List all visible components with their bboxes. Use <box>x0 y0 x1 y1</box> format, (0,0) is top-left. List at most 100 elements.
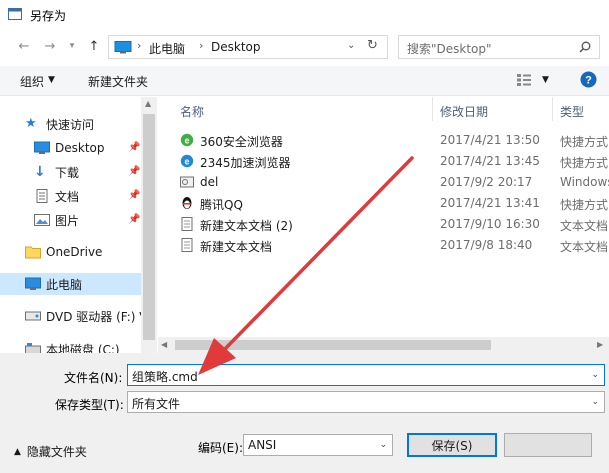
chevron-down-icon[interactable]: ⌄ <box>591 397 599 407</box>
search-icon[interactable] <box>579 41 591 53</box>
hide-folders-label: 隐藏文件夹 <box>26 445 87 459</box>
sidebar-item-label: 图片 <box>55 213 80 228</box>
sidebar-item-label: 文档 <box>55 189 80 204</box>
column-header-type[interactable]: 类型 <box>560 103 584 120</box>
filetype-label: 保存类型(T): <box>55 398 124 412</box>
filetype-value: 所有文件 <box>132 397 181 411</box>
notepad-icon <box>8 8 22 20</box>
refresh-icon[interactable]: ↻ <box>367 38 378 53</box>
text-document-icon <box>181 217 193 231</box>
dvd-drive-icon <box>25 311 41 321</box>
sidebar-item-this-pc[interactable]: 此电脑 <box>0 273 141 295</box>
document-icon <box>36 189 48 203</box>
file-type: 快捷方式 <box>560 198 609 212</box>
table-row[interactable]: e 2345加速浏览器 2017/4/21 13:45 快捷方式 <box>158 151 609 172</box>
computer-icon <box>114 41 132 54</box>
table-row[interactable]: 腾讯QQ 2017/4/21 13:41 快捷方式 <box>158 193 609 214</box>
pictures-icon <box>34 214 50 226</box>
breadcrumb-this-pc[interactable]: 此电脑 <box>149 40 185 57</box>
sidebar-item-local-disk[interactable]: 本地磁盘 (C:) <box>25 338 157 353</box>
svg-text:e: e <box>184 136 189 146</box>
scroll-left-icon[interactable]: ◀ <box>161 340 167 349</box>
file-type: 文本文档 <box>560 240 609 254</box>
svg-text:e: e <box>184 157 189 167</box>
organize-label: 组织 <box>20 75 45 89</box>
download-icon: ↓ <box>34 164 46 180</box>
file-date: 2017/9/10 16:30 <box>440 217 540 231</box>
address-dropdown-icon[interactable]: ⌄ <box>347 40 355 51</box>
filename-input[interactable]: 组策略.cmd ⌄ <box>127 364 605 386</box>
help-icon[interactable]: ? <box>580 71 597 88</box>
breadcrumb-desktop[interactable]: Desktop <box>211 40 261 54</box>
table-row[interactable]: 新建文本文档 2017/9/8 18:40 文本文档 <box>158 235 609 256</box>
svg-text:?: ? <box>585 75 592 87</box>
table-row[interactable]: 新建文本文档 (2) 2017/9/10 16:30 文本文档 <box>158 214 609 235</box>
sidebar-item-quick-access[interactable]: ★ 快速访问 <box>25 113 157 135</box>
qq-penguin-icon <box>182 197 192 209</box>
navigation-scrollbar-thumb[interactable] <box>143 114 155 340</box>
file-name: 新建文本文档 (2) <box>200 219 293 233</box>
hide-folders-button[interactable]: ▲ 隐藏文件夹 <box>14 443 87 460</box>
scroll-right-icon[interactable]: ▶ <box>597 340 603 349</box>
up-icon[interactable]: ↑ <box>86 38 102 54</box>
file-type: 快捷方式 <box>560 135 609 149</box>
file-name: 2345加速浏览器 <box>200 156 291 170</box>
sidebar-item-dvd-drive[interactable]: DVD 驱动器 (F:) V <box>25 305 155 327</box>
title-bar <box>0 0 609 30</box>
star-icon: ★ <box>25 116 37 131</box>
sidebar-item-label: 本地磁盘 (C:) <box>46 342 120 354</box>
encoding-select[interactable]: ANSI ⌄ <box>243 434 393 456</box>
file-date: 2017/4/21 13:50 <box>440 133 540 147</box>
breadcrumb-separator: › <box>199 39 204 52</box>
search-box[interactable]: 搜索"Desktop" <box>398 35 600 59</box>
browser-2345-icon: e <box>180 154 194 168</box>
filename-value: 组策略.cmd <box>132 370 198 384</box>
sidebar-item-label: 下载 <box>55 165 80 180</box>
browser-360-icon: e <box>180 133 194 147</box>
table-row[interactable]: e 360安全浏览器 2017/4/21 13:50 快捷方式 <box>158 130 609 151</box>
save-button[interactable]: 保存(S) <box>407 433 497 457</box>
file-date: 2017/4/21 13:41 <box>440 196 540 210</box>
chevron-down-icon[interactable]: ⌄ <box>591 370 599 380</box>
cancel-button[interactable] <box>504 433 592 457</box>
file-type: 快捷方式 <box>560 156 609 170</box>
table-row[interactable]: del 2017/9/2 20:17 Windows <box>158 172 609 193</box>
column-separator[interactable] <box>432 97 433 121</box>
forward-icon[interactable]: → <box>42 38 58 54</box>
desktop-icon <box>34 141 50 154</box>
view-dropdown-icon[interactable]: ▼ <box>542 75 549 85</box>
sidebar-item-label: 此电脑 <box>46 277 83 292</box>
text-document-icon <box>181 238 193 252</box>
folder-icon <box>25 246 41 259</box>
column-separator[interactable] <box>552 97 553 121</box>
new-folder-button[interactable]: 新建文件夹 <box>88 73 148 90</box>
file-list: 名称 修改日期 类型 e 360安全浏览器 2017/4/21 13:50 快捷… <box>158 97 609 353</box>
address-bar[interactable]: › 此电脑 › Desktop ⌄ ↻ <box>108 35 388 59</box>
column-header-name[interactable]: 名称 <box>180 103 204 120</box>
computer-icon <box>25 277 41 290</box>
breadcrumb-separator: › <box>137 39 142 52</box>
recent-locations-icon[interactable]: ▾ <box>64 38 80 54</box>
sidebar-item-onedrive[interactable]: OneDrive <box>25 241 157 263</box>
window-title: 另存为 <box>30 9 67 23</box>
system-file-icon <box>180 176 194 188</box>
filename-label: 文件名(N): <box>64 371 123 385</box>
pin-icon[interactable]: 📌 <box>128 142 140 153</box>
pin-icon[interactable]: 📌 <box>128 190 140 201</box>
encoding-value: ANSI <box>248 438 277 452</box>
view-options-icon[interactable] <box>516 73 532 87</box>
file-name: 腾讯QQ <box>200 198 243 212</box>
filetype-select[interactable]: 所有文件 ⌄ <box>127 391 605 413</box>
search-input-placeholder: 搜索"Desktop" <box>407 42 492 56</box>
organize-button[interactable]: 组织 ▼ <box>20 73 55 90</box>
pin-icon[interactable]: 📌 <box>128 166 140 177</box>
sidebar-item-label: Desktop <box>55 141 105 155</box>
scroll-up-icon[interactable]: ▲ <box>145 99 151 108</box>
sidebar-item-label: OneDrive <box>46 245 103 259</box>
horizontal-scrollbar-thumb[interactable] <box>175 340 491 350</box>
back-icon[interactable]: ← <box>16 38 32 54</box>
encoding-label: 编码(E): <box>198 441 243 455</box>
chevron-down-icon[interactable]: ⌄ <box>379 440 387 450</box>
pin-icon[interactable]: 📌 <box>128 214 140 225</box>
column-header-date[interactable]: 修改日期 <box>440 103 488 120</box>
